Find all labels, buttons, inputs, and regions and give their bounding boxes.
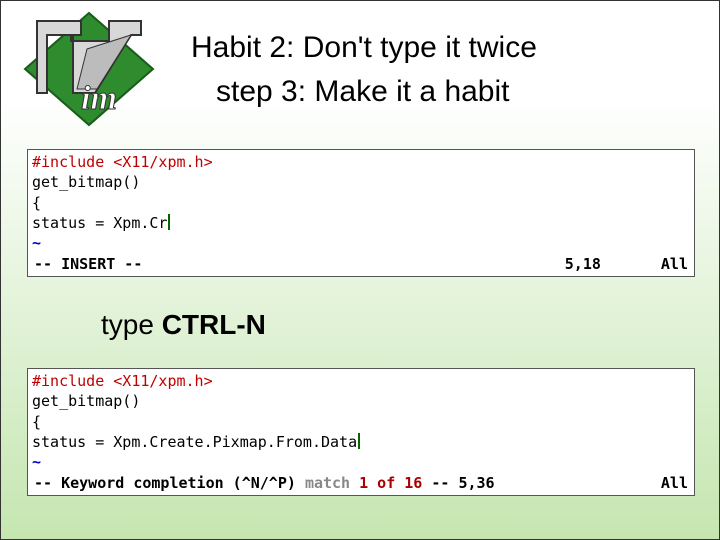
editor-after: #include <X11/xpm.h> get_bitmap() { stat… <box>27 368 695 496</box>
cursor-icon <box>168 214 170 230</box>
assign-line: status = Xpm.Create.Pixmap.From.Data <box>32 432 690 452</box>
brace-line: { <box>32 412 690 432</box>
brace-line: { <box>32 193 690 213</box>
include-line: #include <X11/xpm.h> <box>32 371 690 391</box>
assign-line: status = Xpm.Cr <box>32 213 690 233</box>
status-percent: All <box>661 254 688 274</box>
caption: type CTRL-N <box>101 309 266 341</box>
match-count: 1 of 16 <box>359 474 422 492</box>
status-mode: -- Keyword completion (^N/^P) match 1 of… <box>34 473 495 493</box>
status-line: -- Keyword completion (^N/^P) match 1 of… <box>28 471 694 495</box>
status-position: 5,18 <box>565 254 601 274</box>
tilde-line: ~ <box>32 233 690 253</box>
caption-key: CTRL-N <box>162 309 266 340</box>
cursor-icon <box>358 433 360 449</box>
fn-line: get_bitmap() <box>32 172 690 192</box>
match-indicator: match <box>305 474 359 492</box>
caption-prefix: type <box>101 309 162 340</box>
slide-subtitle: step 3: Make it a habit <box>216 75 510 109</box>
editor-before: #include <X11/xpm.h> get_bitmap() { stat… <box>27 149 695 277</box>
logo-subtext: im <box>81 80 117 117</box>
status-line: -- INSERT -- 5,18 All <box>28 252 694 276</box>
vim-logo: im <box>19 9 159 129</box>
fn-line: get_bitmap() <box>32 391 690 411</box>
include-line: #include <X11/xpm.h> <box>32 152 690 172</box>
slide-title: Habit 2: Don't type it twice <box>191 31 537 65</box>
status-percent: All <box>661 473 688 493</box>
tilde-line: ~ <box>32 452 690 472</box>
status-mode: -- INSERT -- <box>34 254 142 274</box>
